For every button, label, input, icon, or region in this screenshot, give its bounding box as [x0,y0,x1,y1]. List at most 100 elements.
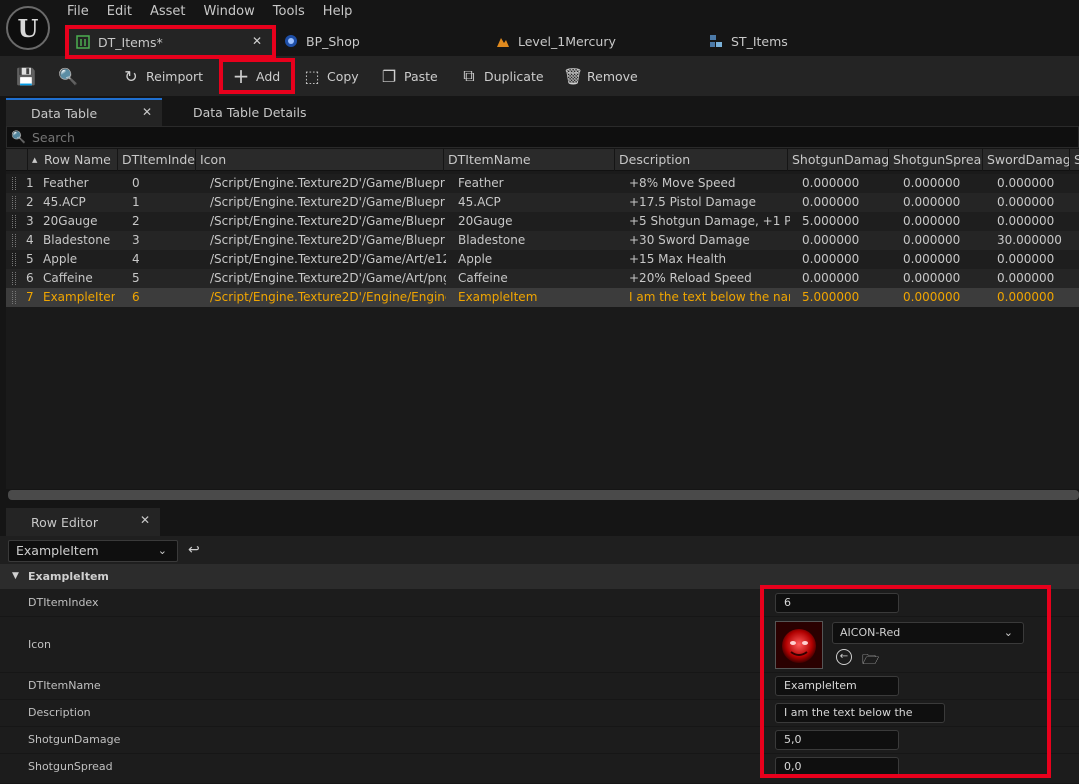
table-cell[interactable]: Apple [454,250,617,269]
table-cell[interactable]: +8% Move Speed [625,174,790,193]
table-cell[interactable]: 0.000000 [993,288,1072,307]
save-button[interactable]: 💾 [16,64,40,88]
table-cell[interactable]: /Script/Engine.Texture2D'/Game/Blueprint… [206,174,446,193]
table-cell[interactable]: 2 [128,212,198,231]
table-cell[interactable]: /Script/Engine.Texture2D'/Game/Art/e129b… [206,250,446,269]
menu-window[interactable]: Window [195,3,264,21]
drag-handle-icon[interactable] [12,215,16,228]
paste-button[interactable]: ❐ Paste [380,64,438,88]
drag-handle-icon[interactable] [12,234,16,247]
tab-st-items[interactable]: ST_Items [709,26,788,56]
category-header[interactable]: ▼ ExampleItem [0,564,1079,589]
close-icon[interactable]: ✕ [142,105,152,119]
table-cell[interactable]: +5 Shotgun Damage, +1 Pellet [625,212,790,231]
table-header-cell[interactable]: ShotgunDamage [788,149,889,171]
table-cell[interactable]: +20% Reload Speed [625,269,790,288]
table-cell[interactable]: 0.000000 [798,250,891,269]
table-cell[interactable]: 0.000000 [798,193,891,212]
tab-level[interactable]: Level_1Mercury [496,26,616,56]
drag-handle-icon[interactable] [12,177,16,190]
drag-handle-icon[interactable] [12,291,16,304]
unreal-logo-icon[interactable]: U [6,6,50,50]
menu-edit[interactable]: Edit [98,3,141,21]
add-button[interactable]: + Add [232,64,281,88]
remove-button[interactable]: 🗑 Remove [563,64,638,88]
table-cell[interactable]: 0.000000 [899,250,985,269]
copy-button[interactable]: ⬚ Copy [303,64,358,88]
table-cell[interactable]: 0.000000 [993,212,1072,231]
table-cell[interactable]: Caffeine [39,269,115,288]
table-cell[interactable]: Bladestone [39,231,115,250]
reset-arrow-icon[interactable]: ↩ [188,542,200,558]
table-cell[interactable]: 0.000000 [899,212,985,231]
horizontal-scrollbar[interactable] [8,490,1079,500]
table-cell[interactable]: 5.000000 [798,212,891,231]
menu-help[interactable]: Help [314,3,362,21]
table-cell[interactable]: 3 [128,231,198,250]
table-cell[interactable]: 0.000000 [899,269,985,288]
table-row[interactable]: 1 Feather 0/Script/Engine.Texture2D'/Game/… [6,174,1079,193]
table-cell[interactable]: 1 [128,193,198,212]
table-cell[interactable]: 0.000000 [899,231,985,250]
table-cell[interactable]: /Script/Engine.Texture2D'/Game/Blueprint… [206,193,446,212]
table-cell[interactable]: 20Gauge [39,212,115,231]
table-cell[interactable]: 20Gauge [454,212,617,231]
table-cell[interactable]: 0.000000 [993,193,1072,212]
drag-handle-icon[interactable] [12,196,16,209]
close-icon[interactable]: ✕ [140,513,150,527]
table-cell[interactable]: 0.000000 [798,231,891,250]
table-cell[interactable]: Apple [39,250,115,269]
table-row[interactable]: 4 Bladestone 3/Script/Engine.Texture2D'/Ga… [6,231,1079,250]
description-input[interactable]: I am the text below the name [775,703,945,737]
table-row[interactable]: 6 Caffeine 5/Script/Engine.Texture2D'/Game… [6,269,1079,288]
table-cell[interactable]: Feather [454,174,617,193]
tab-data-table[interactable]: Data Table ✕ [6,98,162,126]
close-icon[interactable]: ✕ [252,34,262,48]
table-cell[interactable]: 0.000000 [798,174,891,193]
tab-data-table-details[interactable]: Data Table Details [193,98,306,126]
icon-asset-dropdown[interactable]: AICON-Red ⌄ [832,622,1024,644]
search-input[interactable] [31,129,932,145]
table-cell[interactable]: +30 Sword Damage [625,231,790,250]
table-cell[interactable]: Caffeine [454,269,617,288]
tab-dt-items[interactable]: DT_Items* ✕ [66,26,274,56]
table-cell[interactable]: Bladestone [454,231,617,250]
table-cell[interactable]: 0.000000 [899,174,985,193]
table-cell[interactable]: 0.000000 [993,174,1072,193]
table-header-cell[interactable]: SwordDamage [983,149,1070,171]
table-cell[interactable]: 0.000000 [899,193,985,212]
table-cell[interactable]: /Script/Engine.Texture2D'/Game/Blueprint… [206,212,446,231]
menu-file[interactable]: File [58,3,98,21]
table-cell[interactable]: ExampleItem [39,288,115,307]
table-cell[interactable]: 0.000000 [993,269,1072,288]
table-cell[interactable]: 4 [128,250,198,269]
table-header-cell[interactable]: ▲ Row Name [28,149,118,171]
table-header-cell[interactable]: Description [615,149,788,171]
table-row[interactable]: 7 ExampleItem 6/Script/Engine.Texture2D'/E… [6,288,1079,307]
dtitemname-input[interactable]: ExampleItem [775,676,899,696]
row-selector-dropdown[interactable]: ExampleItem ⌄ [8,540,178,562]
dtitemindex-input[interactable]: 6 [775,593,899,613]
table-row[interactable]: 3 20Gauge 2/Script/Engine.Texture2D'/Game/… [6,212,1079,231]
table-cell[interactable]: I am the text below the name [625,288,790,307]
table-row[interactable]: 2 45.ACP 1/Script/Engine.Texture2D'/Game/B… [6,193,1079,212]
shotgunspread-input[interactable]: 0,0 [775,757,899,777]
browse-button[interactable]: 🔍 [58,64,82,88]
use-selected-asset-icon[interactable]: ← [836,649,852,665]
table-cell[interactable]: ExampleItem [454,288,617,307]
table-header-cell[interactable]: Icon [196,149,444,171]
table-cell[interactable]: 0.000000 [798,269,891,288]
table-header-cell[interactable]: DTItemIndex [118,149,196,171]
table-header-cell[interactable]: DTItemName [444,149,615,171]
tab-row-editor[interactable]: Row Editor ✕ [6,508,160,536]
table-row[interactable]: 5 Apple 4/Script/Engine.Texture2D'/Game/Ar… [6,250,1079,269]
menu-asset[interactable]: Asset [141,3,195,21]
shotgundamage-input[interactable]: 5,0 [775,730,899,750]
duplicate-button[interactable]: ⧉ Duplicate [460,64,543,88]
drag-handle-icon[interactable] [12,272,16,285]
table-cell[interactable]: /Script/Engine.Texture2D'/Engine/EngineR… [206,288,446,307]
browse-asset-icon[interactable]: 🗁 [862,649,879,673]
table-cell[interactable]: 5.000000 [798,288,891,307]
table-cell[interactable]: 0 [128,174,198,193]
table-cell[interactable]: /Script/Engine.Texture2D'/Game/Blueprint… [206,231,446,250]
